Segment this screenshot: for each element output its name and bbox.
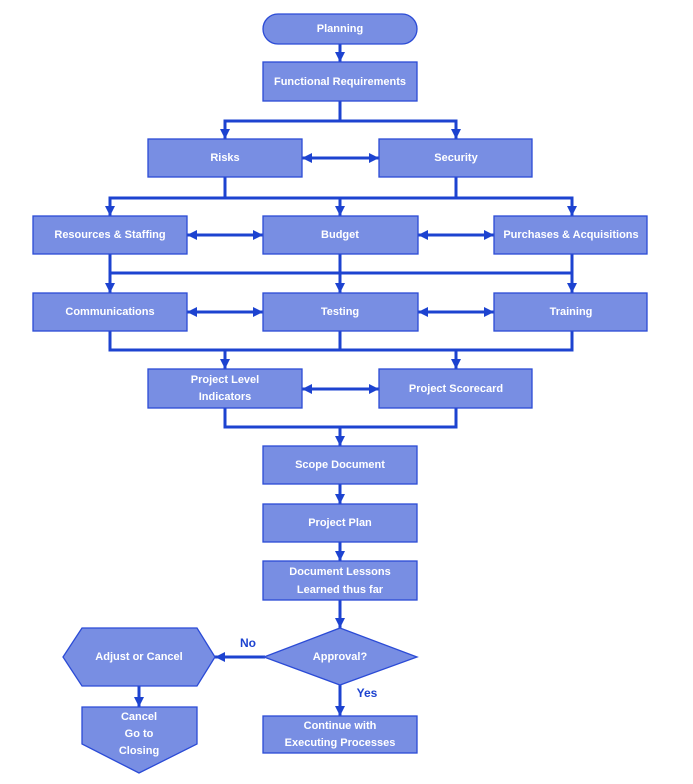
node-label-line-3: Closing (119, 745, 159, 757)
node-label: Risks (210, 152, 239, 164)
node-project-level-indicators: Project Level Indicators (147, 368, 303, 409)
node-security: Security (378, 138, 533, 178)
node-label-line-1: Document Lessons (289, 566, 390, 578)
project-planning-flowchart: Planning Functional Requirements Risks S… (32, 13, 648, 774)
node-label: Resources & Staffing (54, 229, 165, 241)
node-label: Communications (65, 306, 154, 318)
node-communications: Communications (32, 292, 188, 332)
node-approval: Approval? (262, 627, 419, 686)
node-resources-staffing: Resources & Staffing (32, 215, 188, 255)
node-document-lessons: Document Lessons Learned thus far (262, 560, 418, 601)
node-label: Adjust or Cancel (95, 651, 182, 663)
node-label: Purchases & Acquisitions (503, 229, 638, 241)
edge-label-yes: Yes (357, 686, 378, 700)
node-label: Project Plan (308, 517, 372, 529)
node-label-line-1: Continue with (304, 720, 377, 732)
node-label-line-2: Learned thus far (297, 584, 384, 596)
edge-label-no: No (240, 636, 256, 650)
node-scope-document: Scope Document (262, 445, 418, 485)
node-adjust-or-cancel: Adjust or Cancel (62, 627, 216, 687)
node-planning: Planning (262, 13, 418, 45)
node-label: Planning (317, 23, 363, 35)
node-label-line-1: Cancel (121, 711, 157, 723)
node-label: Functional Requirements (274, 76, 406, 88)
node-label-line-1: Project Level (191, 374, 259, 386)
node-label: Approval? (313, 651, 368, 663)
node-label: Budget (321, 229, 359, 241)
node-label: Security (434, 152, 478, 164)
node-label-line-2: Indicators (199, 391, 252, 403)
node-risks: Risks (147, 138, 303, 178)
node-testing: Testing (262, 292, 419, 332)
node-project-plan: Project Plan (262, 503, 418, 543)
node-continue-executing: Continue with Executing Processes (262, 715, 418, 754)
node-cancel-closing: Cancel Go to Closing (81, 706, 198, 774)
node-purchases-acquisitions: Purchases & Acquisitions (493, 215, 648, 255)
node-label: Testing (321, 306, 359, 318)
node-training: Training (493, 292, 648, 332)
node-project-scorecard: Project Scorecard (378, 368, 533, 409)
node-budget: Budget (262, 215, 419, 255)
node-label-line-2: Go to (125, 728, 154, 740)
node-functional-requirements: Functional Requirements (262, 61, 418, 102)
node-label-line-2: Executing Processes (285, 737, 396, 749)
node-label: Project Scorecard (409, 383, 503, 395)
node-label: Training (550, 306, 593, 318)
node-label: Scope Document (295, 459, 385, 471)
